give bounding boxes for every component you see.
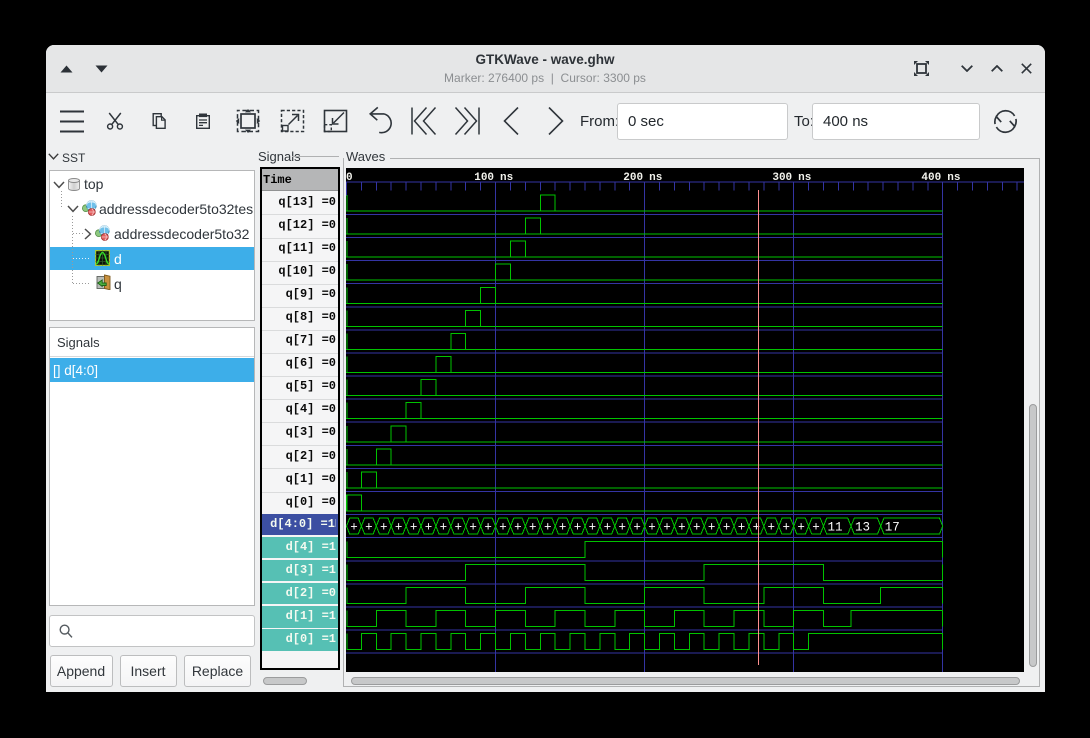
svg-text:300: 300 (772, 172, 792, 184)
svg-text:400: 400 (921, 172, 941, 184)
svg-text:+: + (768, 520, 776, 534)
svg-text:ns: ns (500, 172, 513, 184)
svg-text:+: + (455, 520, 463, 534)
svg-text:+: + (440, 520, 448, 534)
svg-text:200: 200 (623, 172, 643, 184)
svg-text:+: + (380, 520, 388, 534)
svg-text:+: + (559, 520, 567, 534)
svg-text:+: + (678, 520, 686, 534)
svg-text:+: + (514, 520, 522, 534)
svg-text:+: + (544, 520, 552, 534)
svg-text:+: + (395, 520, 403, 534)
svg-text:+: + (663, 520, 671, 534)
svg-text:0: 0 (346, 172, 353, 184)
svg-text:+: + (425, 520, 433, 534)
svg-text:+: + (753, 520, 761, 534)
svg-text:+: + (529, 520, 537, 534)
svg-text:+: + (797, 520, 805, 534)
svg-text:+: + (633, 520, 641, 534)
svg-text:+: + (708, 520, 716, 534)
svg-text:17: 17 (885, 520, 900, 534)
svg-text:+: + (782, 520, 790, 534)
svg-text:+: + (618, 520, 626, 534)
svg-text:+: + (812, 520, 820, 534)
svg-text:+: + (499, 520, 507, 534)
svg-text:+: + (648, 520, 656, 534)
svg-text:+: + (738, 520, 746, 534)
svg-text:+: + (604, 520, 612, 534)
svg-text:+: + (693, 520, 701, 534)
svg-text:13: 13 (855, 520, 870, 534)
svg-text:ns: ns (947, 172, 960, 184)
svg-text:+: + (350, 520, 358, 534)
svg-text:ns: ns (798, 172, 811, 184)
svg-text:+: + (574, 520, 582, 534)
svg-text:100: 100 (474, 172, 494, 184)
svg-text:ns: ns (649, 172, 662, 184)
svg-text:+: + (484, 520, 492, 534)
svg-text:+: + (365, 520, 373, 534)
svg-text:+: + (410, 520, 418, 534)
svg-text:11: 11 (827, 520, 842, 534)
svg-text:+: + (469, 520, 477, 534)
svg-text:+: + (723, 520, 731, 534)
svg-text:+: + (589, 520, 597, 534)
